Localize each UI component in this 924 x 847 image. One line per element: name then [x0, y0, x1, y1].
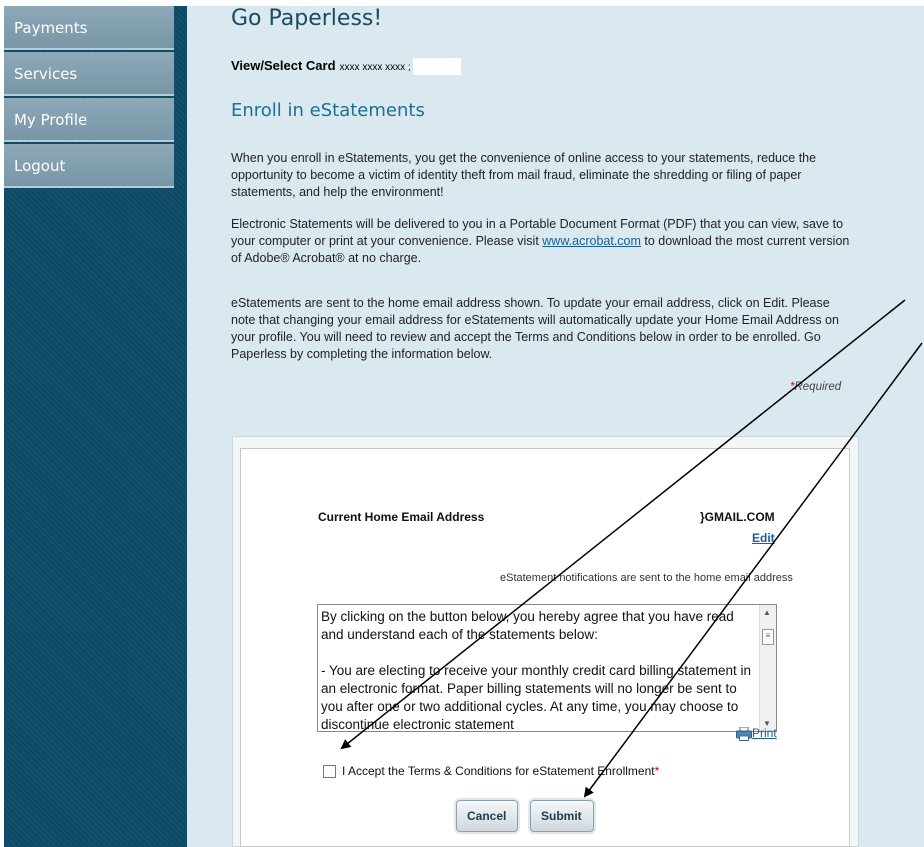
email-label: Current Home Email Address [318, 510, 485, 524]
submit-button[interactable]: Submit [530, 800, 594, 832]
sidebar: Payments Services My Profile Logout [4, 6, 187, 847]
print-link[interactable]: Print [752, 726, 777, 740]
required-note: *Required [790, 381, 841, 393]
view-card-label: View/Select Card [231, 58, 336, 73]
card-select[interactable] [412, 58, 461, 76]
email-value: }GMAIL.COM [700, 510, 775, 524]
email-info-paragraph: eStatements are sent to the home email a… [231, 296, 839, 361]
required-label: Required [794, 381, 842, 393]
printer-icon[interactable] [736, 726, 752, 741]
accept-terms-row: I Accept the Terms & Conditions for eSta… [323, 764, 660, 779]
scroll-thumb[interactable]: ≡ [762, 629, 774, 645]
scroll-up-icon[interactable]: ▲ [763, 608, 771, 617]
terms-paragraph-2: - You are electing to receive your month… [321, 663, 751, 732]
terms-textarea[interactable]: By clicking on the button below, you her… [317, 604, 777, 732]
terms-scrollbar[interactable]: ▲ ≡ ▼ [759, 605, 776, 731]
page-title: Go Paperless! [231, 6, 383, 31]
notification-note: eStatement notifications are sent to the… [500, 572, 793, 584]
accept-terms-label: I Accept the Terms & Conditions for eSta… [342, 764, 655, 778]
section-title: Enroll in eStatements [231, 100, 425, 121]
accept-required-star: * [654, 764, 660, 778]
acrobat-link[interactable]: www.acrobat.com [542, 234, 641, 248]
pdf-paragraph: Electronic Statements will be delivered … [231, 216, 856, 267]
accept-terms-checkbox[interactable] [323, 765, 336, 779]
view-card-row: View/Select Card xxxx xxxx xxxx ; [231, 58, 461, 76]
print-control[interactable]: Print [736, 726, 777, 741]
edit-email-link[interactable]: Edit [752, 531, 775, 545]
terms-paragraph-1: By clicking on the button below, you her… [321, 609, 734, 642]
sidebar-item-logout[interactable]: Logout [4, 144, 174, 188]
sidebar-item-services[interactable]: Services [4, 52, 174, 96]
card-number-mask: xxxx xxxx xxxx ; [339, 62, 411, 73]
sidebar-item-my-profile[interactable]: My Profile [4, 98, 174, 142]
cancel-button[interactable]: Cancel [456, 800, 518, 832]
sidebar-item-payments[interactable]: Payments [4, 6, 174, 50]
intro-paragraph: When you enroll in eStatements, you get … [231, 151, 817, 199]
